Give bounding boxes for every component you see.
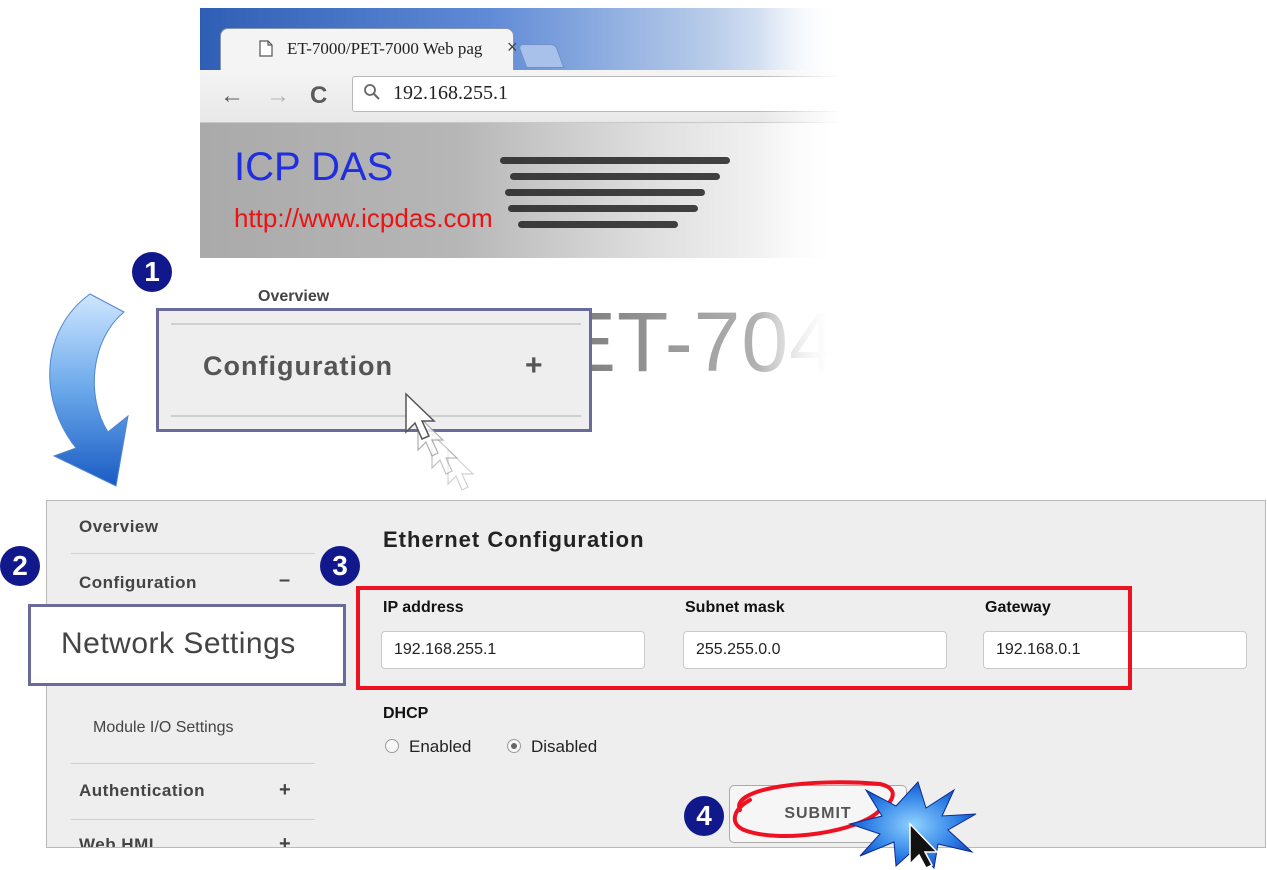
brand-logo-text: ICP DAS — [234, 145, 394, 189]
tab-title: ET-7000/PET-7000 Web pag — [287, 39, 483, 58]
step-badge-4: 4 — [684, 796, 724, 836]
menu-overview[interactable]: Overview — [258, 288, 329, 306]
mouse-cursor-trail-icon — [405, 392, 475, 491]
tab-strip: ET-7000/PET-7000 Web pag × — [200, 8, 840, 71]
step-badge-3: 3 — [320, 546, 360, 586]
banner-stripe — [518, 221, 678, 228]
divider — [171, 415, 581, 417]
ethernet-fields-highlight — [356, 586, 1132, 690]
reload-icon[interactable]: C — [310, 82, 327, 110]
site-banner: ICP DAS http://www.icpdas.com — [200, 123, 840, 258]
divider — [71, 819, 315, 820]
configuration-callout[interactable]: Configuration + — [156, 308, 592, 432]
browser-fade-edge — [760, 8, 840, 390]
sidebar-item-module-io-settings[interactable]: Module I/O Settings — [93, 719, 234, 737]
expand-plus-icon[interactable]: + — [279, 779, 291, 802]
sidebar-item-configuration[interactable]: Configuration — [79, 573, 197, 593]
dhcp-disabled-radio[interactable] — [507, 739, 521, 753]
address-url: 192.168.255.1 — [393, 82, 508, 104]
page-icon — [259, 40, 273, 57]
browser-tab[interactable]: ET-7000/PET-7000 Web pag × — [220, 28, 518, 71]
network-settings-label: Network Settings — [61, 627, 296, 660]
brand-url-link[interactable]: http://www.icpdas.com — [234, 203, 493, 234]
page-title: Ethernet Configuration — [383, 527, 645, 552]
sidebar-item-web-hmi[interactable]: Web HMI — [79, 835, 154, 847]
network-settings-callout[interactable]: Network Settings — [28, 604, 346, 686]
divider — [71, 763, 315, 764]
banner-stripe — [510, 173, 720, 180]
back-arrow-icon[interactable]: ← — [220, 82, 244, 110]
configuration-menu-label: Configuration — [203, 351, 393, 381]
banner-stripe — [500, 157, 730, 164]
curved-arrow-icon — [49, 293, 129, 487]
dhcp-enabled-radio[interactable] — [385, 739, 399, 753]
expand-plus-icon[interactable]: + — [525, 349, 543, 383]
sidebar-item-overview[interactable]: Overview — [79, 517, 159, 537]
click-starburst-icon — [848, 781, 977, 870]
expand-plus-icon[interactable]: + — [279, 833, 291, 847]
dhcp-enabled-label: Enabled — [409, 737, 472, 756]
browser-toolbar: ← → C 192.168.255.1 — [200, 70, 840, 123]
step-badge-2: 2 — [0, 546, 40, 586]
dhcp-disabled-label: Disabled — [531, 737, 598, 756]
dhcp-label: DHCP — [383, 705, 429, 722]
forward-arrow-icon[interactable]: → — [266, 82, 290, 110]
banner-stripe — [505, 189, 705, 196]
search-icon — [364, 84, 380, 100]
new-tab-button[interactable] — [517, 44, 565, 68]
sidebar-item-authentication[interactable]: Authentication — [79, 781, 205, 801]
collapse-minus-icon[interactable]: – — [279, 569, 290, 592]
divider — [71, 553, 315, 554]
banner-stripe — [508, 205, 698, 212]
divider — [171, 323, 581, 325]
close-icon[interactable]: × — [507, 37, 518, 58]
